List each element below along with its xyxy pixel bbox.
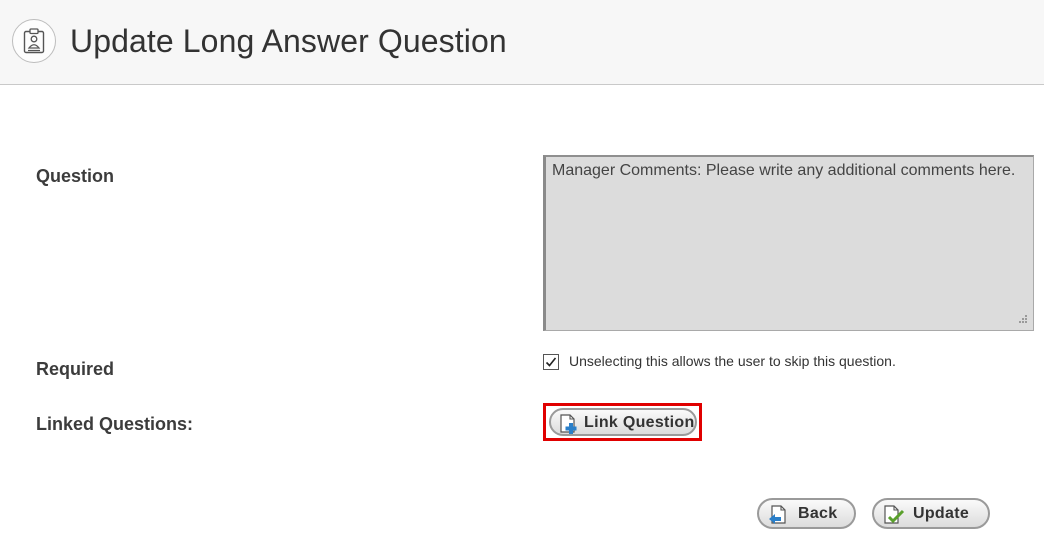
page-header: Update Long Answer Question xyxy=(0,0,1044,85)
required-label: Required xyxy=(36,359,115,379)
question-label: Question xyxy=(36,166,115,186)
page-title: Update Long Answer Question xyxy=(70,23,507,59)
checkmark-icon xyxy=(545,357,557,367)
link-question-label: Link Question xyxy=(584,414,695,431)
update-button[interactable]: Update xyxy=(872,498,990,529)
required-checkbox[interactable] xyxy=(543,354,559,370)
clipboard-badge-icon xyxy=(12,19,56,63)
update-label: Update xyxy=(913,505,970,522)
question-textarea[interactable]: Manager Comments: Please write any addit… xyxy=(543,155,1034,331)
back-arrow-icon xyxy=(769,505,786,524)
link-question-button[interactable]: Link Question xyxy=(549,408,697,436)
linked-questions-label: Linked Questions: xyxy=(36,414,194,434)
back-button[interactable]: Back xyxy=(757,498,856,529)
required-hint: Unselecting this allows the user to skip… xyxy=(569,353,896,369)
resize-grip-icon[interactable] xyxy=(1016,314,1028,326)
document-add-icon xyxy=(560,414,577,434)
document-check-icon xyxy=(884,505,905,524)
back-label: Back xyxy=(798,505,838,522)
